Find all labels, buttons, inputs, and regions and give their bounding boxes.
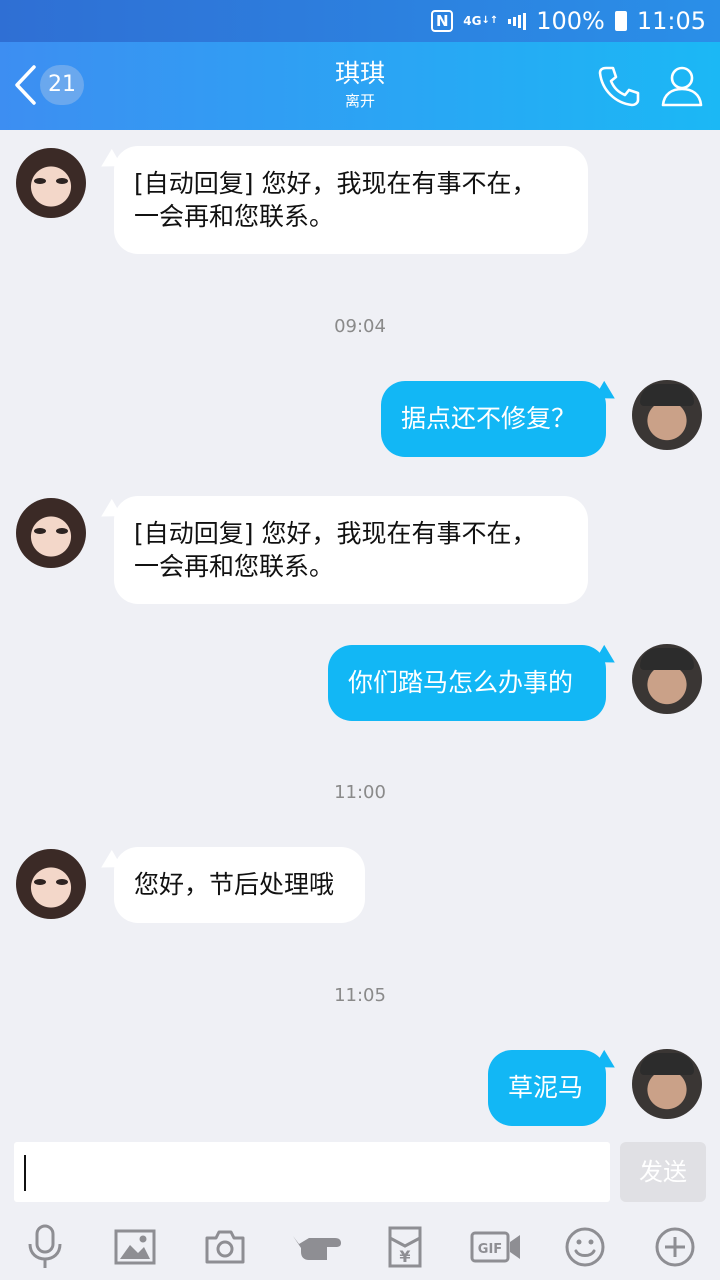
- avatar-eye: [56, 879, 68, 885]
- nfc-icon: N: [431, 10, 454, 32]
- phone-icon[interactable]: [597, 64, 641, 112]
- avatar-cap: [640, 1053, 694, 1075]
- avatar-cap: [640, 648, 694, 670]
- network-label: 4G: [463, 14, 482, 28]
- avatar-eye: [56, 528, 68, 534]
- my-avatar[interactable]: [632, 644, 702, 714]
- avatar-eye: [56, 178, 68, 184]
- network-type-icon: 4G ↓↑: [463, 14, 499, 28]
- signal-icon: [508, 11, 527, 31]
- my-avatar[interactable]: [632, 380, 702, 450]
- avatar-eye: [34, 879, 46, 885]
- my-avatar[interactable]: [632, 1049, 702, 1119]
- profile-icon[interactable]: [660, 64, 704, 112]
- contact-avatar[interactable]: [16, 849, 86, 919]
- battery-percent: 100%: [536, 7, 605, 35]
- avatar-cap: [640, 384, 694, 406]
- message-input[interactable]: [14, 1142, 610, 1202]
- send-button[interactable]: 发送: [620, 1142, 706, 1202]
- red-packet-symbol: ¥: [399, 1247, 410, 1266]
- outgoing-message[interactable]: 草泥马: [488, 1050, 606, 1126]
- plus-icon[interactable]: [650, 1222, 700, 1272]
- contact-avatar[interactable]: [16, 498, 86, 568]
- status-bar: N 4G ↓↑ 100% 11:05: [0, 0, 720, 42]
- outgoing-message[interactable]: 据点还不修复？: [381, 381, 606, 457]
- message-timestamp: 11:00: [334, 782, 386, 803]
- camera-icon[interactable]: [200, 1222, 250, 1272]
- red-packet-icon[interactable]: ¥: [380, 1222, 430, 1272]
- poke-icon[interactable]: [290, 1222, 344, 1272]
- incoming-message[interactable]: [自动回复] 您好，我现在有事不在， 一会再和您联系。: [114, 496, 588, 604]
- message-timestamp: 09:04: [334, 316, 386, 337]
- emoji-icon[interactable]: [560, 1222, 610, 1272]
- incoming-message[interactable]: 您好，节后处理哦: [114, 847, 365, 923]
- contact-avatar[interactable]: [16, 148, 86, 218]
- gif-icon[interactable]: GIF: [468, 1222, 524, 1272]
- image-icon[interactable]: [110, 1222, 160, 1272]
- composer-toolbar: ¥ GIF: [0, 1212, 720, 1280]
- text-cursor: [24, 1155, 26, 1191]
- microphone-icon[interactable]: [20, 1222, 70, 1272]
- avatar-eye: [34, 528, 46, 534]
- composer: 发送 ¥ GIF: [0, 1130, 720, 1280]
- battery-icon: [614, 11, 627, 31]
- clock: 11:05: [636, 7, 706, 35]
- message-timestamp: 11:05: [334, 985, 386, 1006]
- chat-header: 21 琪琪 离开: [0, 42, 720, 130]
- incoming-message[interactable]: [自动回复] 您好，我现在有事不在， 一会再和您联系。: [114, 146, 588, 254]
- gif-label: GIF: [478, 1242, 502, 1257]
- avatar-eye: [34, 178, 46, 184]
- outgoing-message[interactable]: 你们踏马怎么办事的: [328, 645, 606, 721]
